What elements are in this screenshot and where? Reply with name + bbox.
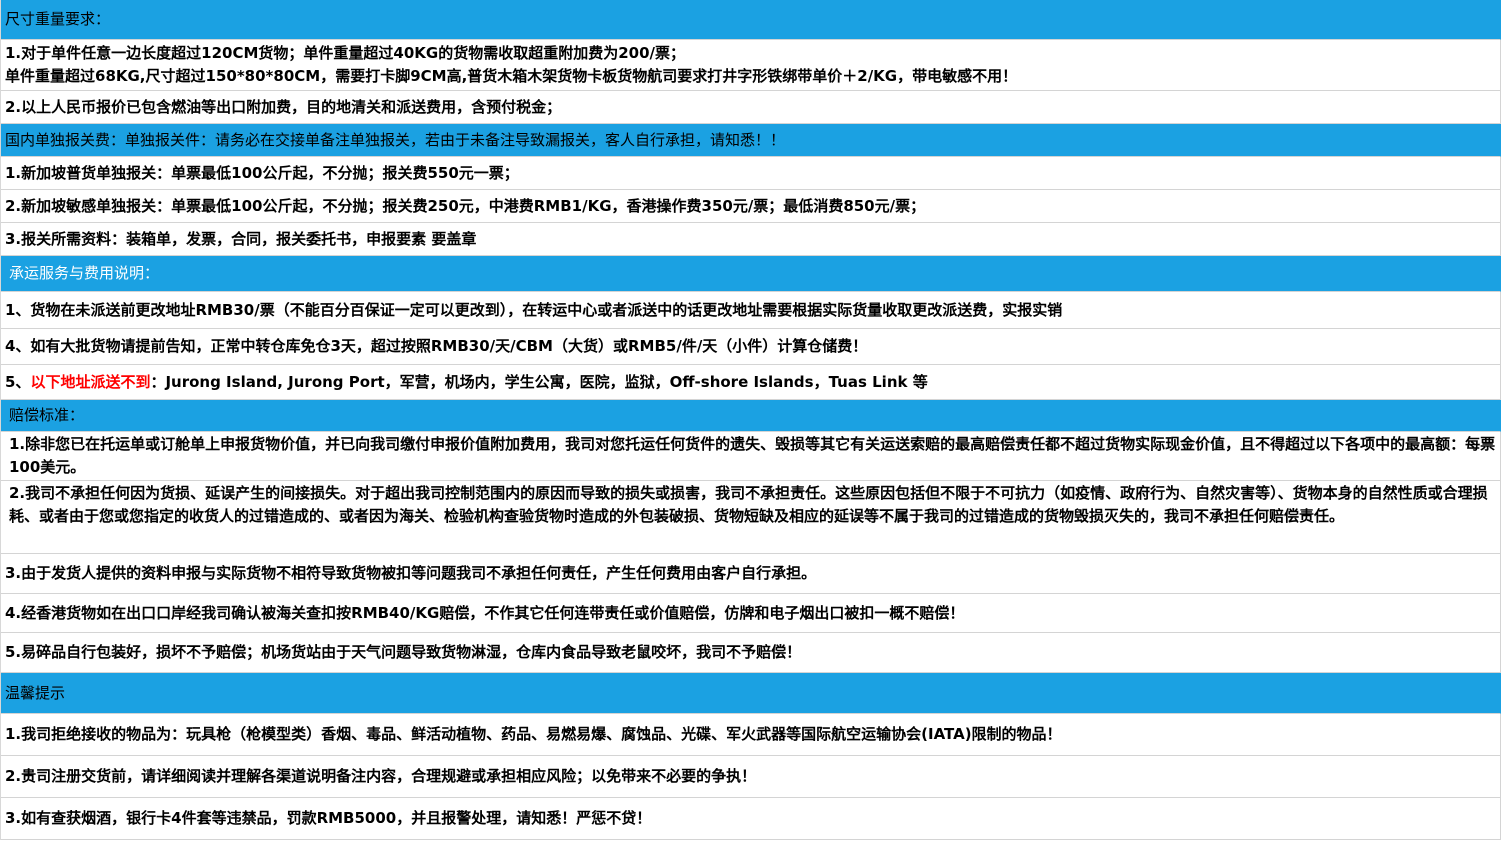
compensation-row-4: 4.经香港货物如在出口口岸经我司确认被海关查扣按RMB40/KG赔偿，不作其它任… <box>1 594 1501 633</box>
tips-row-3: 3.如有查获烟酒，银行卡4件套等违禁品，罚款RMB5000，并且报警处理，请知悉… <box>1 798 1501 840</box>
section-title: 温馨提示 <box>5 683 66 702</box>
compensation-row-2: 2.我司不承担任何因为货损、延误产生的间接损失。对于超出我司控制范围内的原因而导… <box>1 481 1501 554</box>
customs-line-3: 3.报关所需资料：装箱单，发票，合同，报关委托书，申报要素 要盖章 <box>5 229 477 248</box>
service-line-5-warning: 以下地址派送不到 <box>30 372 151 391</box>
service-line-5-rest: ：Jurong Island, Jurong Port，军营，机场内，学生公寓，… <box>150 372 928 391</box>
service-line-1: 1、货物在未派送前更改地址RMB30/票（不能百分百保证一定可以更改到），在转运… <box>5 300 1063 319</box>
section-header-tips: 温馨提示 <box>1 673 1501 714</box>
section-title: 国内单独报关费：单独报关件：请务必在交接单备注单独报关，若由于未备注导致漏报关，… <box>5 130 786 149</box>
compensation-line-1: 1.除非您已在托运单或订舱单上申报货物价值，并已向我司缴付申报价值附加费用，我司… <box>9 435 1496 476</box>
size-weight-row-1: 1.对于单件任意一边长度超过120CM货物；单件重量超过40KG的货物需收取超重… <box>1 40 1501 91</box>
customs-row-2: 2.新加坡敏感单独报关：单票最低100公斤起，不分抛；报关费250元，中港费RM… <box>1 190 1501 223</box>
compensation-row-3: 3.由于发货人提供的资料申报与实际货物不相符导致货物被扣等问题我司不承担任何责任… <box>1 554 1501 594</box>
section-header-size-weight: 尺寸重量要求： <box>1 0 1501 40</box>
service-line-5-prefix: 5、 <box>5 372 31 391</box>
size-weight-line-1b: 单件重量超过68KG,尺寸超过150*80*80CM，需要打卡脚9CM高,普货木… <box>5 67 1018 85</box>
tips-row-2: 2.贵司注册交货前，请详细阅读并理解各渠道说明备注内容，合理规避或承担相应风险；… <box>1 756 1501 798</box>
size-weight-line-2: 2.以上人民币报价已包含燃油等出口附加费，目的地清关和派送费用，含预付税金； <box>5 97 562 116</box>
size-weight-row-2: 2.以上人民币报价已包含燃油等出口附加费，目的地清关和派送费用，含预付税金； <box>1 91 1501 124</box>
section-title: 赔偿标准： <box>9 406 85 424</box>
service-row-4: 4、如有大批货物请提前告知，正常中转仓库免仓3天，超过按照RMB30/天/CBM… <box>1 329 1501 365</box>
customs-line-1: 1.新加坡普货单独报关：单票最低100公斤起，不分抛；报关费550元一票； <box>5 163 519 182</box>
compensation-line-4: 4.经香港货物如在出口口岸经我司确认被海关查扣按RMB40/KG赔偿，不作其它任… <box>5 603 965 622</box>
service-line-4: 4、如有大批货物请提前告知，正常中转仓库免仓3天，超过按照RMB30/天/CBM… <box>5 337 868 355</box>
section-header-compensation: 赔偿标准： <box>1 400 1501 432</box>
compensation-line-5: 5.易碎品自行包装好，损坏不予赔偿；机场货站由于天气问题导致货物淋湿，仓库内食品… <box>5 643 802 661</box>
terms-sheet: 尺寸重量要求： 1.对于单件任意一边长度超过120CM货物；单件重量超过40KG… <box>0 0 1501 840</box>
size-weight-line-1a: 1.对于单件任意一边长度超过120CM货物；单件重量超过40KG的货物需收取超重… <box>5 44 685 62</box>
tips-line-2: 2.贵司注册交货前，请详细阅读并理解各渠道说明备注内容，合理规避或承担相应风险；… <box>5 767 757 785</box>
customs-row-3: 3.报关所需资料：装箱单，发票，合同，报关委托书，申报要素 要盖章 <box>1 223 1501 256</box>
section-title: 尺寸重量要求： <box>5 10 111 28</box>
compensation-line-3: 3.由于发货人提供的资料申报与实际货物不相符导致货物被扣等问题我司不承担任何责任… <box>5 564 817 582</box>
service-row-5: 5、 以下地址派送不到 ：Jurong Island, Jurong Port，军营… <box>1 365 1501 400</box>
compensation-row-5: 5.易碎品自行包装好，损坏不予赔偿；机场货站由于天气问题导致货物淋湿，仓库内食品… <box>1 633 1501 673</box>
section-title: 承运服务与费用说明： <box>9 264 160 282</box>
customs-row-1: 1.新加坡普货单独报关：单票最低100公斤起，不分抛；报关费550元一票； <box>1 157 1501 190</box>
compensation-row-1: 1.除非您已在托运单或订舱单上申报货物价值，并已向我司缴付申报价值附加费用，我司… <box>1 432 1501 481</box>
customs-line-2: 2.新加坡敏感单独报关：单票最低100公斤起，不分抛；报关费250元，中港费RM… <box>5 196 926 215</box>
service-row-1: 1、货物在未派送前更改地址RMB30/票（不能百分百保证一定可以更改到），在转运… <box>1 292 1501 329</box>
section-header-service: 承运服务与费用说明： <box>1 256 1501 292</box>
tips-line-1: 1.我司拒绝接收的物品为：玩具枪（枪模型类）香烟、毒品、鲜活动植物、药品、易燃易… <box>5 725 1062 743</box>
tips-line-3: 3.如有查获烟酒，银行卡4件套等违禁品，罚款RMB5000，并且报警处理，请知悉… <box>5 809 652 827</box>
section-header-customs: 国内单独报关费：单独报关件：请务必在交接单备注单独报关，若由于未备注导致漏报关，… <box>1 124 1501 157</box>
tips-row-1: 1.我司拒绝接收的物品为：玩具枪（枪模型类）香烟、毒品、鲜活动植物、药品、易燃易… <box>1 714 1501 756</box>
compensation-line-2: 2.我司不承担任何因为货损、延误产生的间接损失。对于超出我司控制范围内的原因而导… <box>9 484 1488 525</box>
